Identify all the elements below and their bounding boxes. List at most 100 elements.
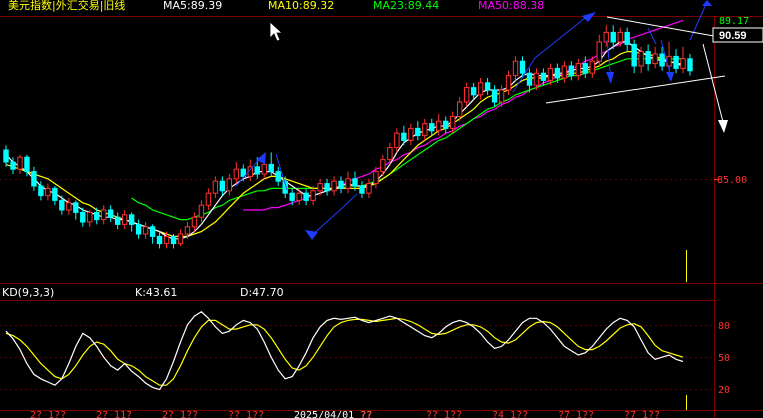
candle-body: [31, 171, 37, 187]
candle-body: [38, 185, 44, 197]
x-tick-label: 2? 1??: [162, 410, 198, 418]
candle-body: [268, 163, 274, 173]
price-tick-85: 85.00: [717, 175, 747, 186]
candle-body: [73, 202, 79, 213]
candle-body: [491, 89, 498, 103]
candle-body: [289, 192, 295, 201]
candle-body: [226, 178, 233, 192]
candle-body: [338, 180, 344, 189]
candle-body: [540, 72, 547, 81]
candle-body: [191, 216, 198, 228]
candle-body: [680, 58, 686, 69]
candle-body: [198, 204, 205, 218]
candle-body: [352, 178, 358, 187]
candle-body: [610, 31, 616, 43]
candle-body: [554, 67, 561, 79]
ma10-label: MA10:89.32: [268, 0, 334, 12]
x-tick-label: 2? 1??: [30, 410, 66, 418]
candle-body: [387, 147, 393, 161]
candle-body: [135, 223, 142, 235]
candle-body: [373, 171, 379, 185]
candle-body: [505, 75, 512, 91]
k-value: K:43.61: [135, 286, 177, 299]
candle-body: [659, 53, 665, 67]
candle-body: [463, 87, 470, 103]
candle-body: [87, 211, 93, 223]
candle-body: [52, 187, 58, 201]
candle-body: [366, 183, 372, 194]
candle-body: [575, 63, 582, 77]
candle-body: [107, 209, 114, 218]
x-axis-labels: 2? 1?? 2? 11? 2? 1???? 1?? 2025/04/01 ?????…: [30, 410, 660, 418]
ma23-label: MA23:89.44: [373, 0, 439, 12]
candle-body: [212, 180, 219, 194]
candle-body: [401, 132, 407, 141]
candle-body: [603, 31, 609, 43]
candle-body: [184, 226, 191, 235]
candle-body: [533, 72, 540, 86]
candle-body: [470, 87, 477, 96]
candle-body: [156, 235, 163, 245]
candle-body: [484, 82, 491, 91]
candle-body: [547, 67, 554, 81]
x-tick-label: ?4 1??: [492, 410, 528, 418]
candle-body: [519, 60, 526, 74]
candle-body: [638, 51, 644, 67]
candle-body: [254, 166, 260, 175]
candle-body: [10, 161, 16, 170]
kd-tick-80: 80: [718, 321, 730, 332]
candle-body: [408, 127, 414, 141]
price-tick-top: 89.17: [719, 16, 749, 27]
candle-body: [582, 63, 589, 74]
candle-body: [170, 235, 177, 245]
candle-body: [687, 58, 693, 72]
candle-body: [443, 120, 449, 129]
candle-body: [652, 53, 658, 65]
ma50-label: MA50:88.38: [478, 0, 544, 12]
candle-body: [596, 41, 602, 62]
candle-body: [94, 211, 100, 221]
x-tick-label: ??: [360, 410, 372, 418]
candle-body: [101, 209, 107, 221]
candle-body: [24, 156, 30, 173]
x-tick-label: ?? 1??: [228, 410, 264, 418]
x-tick-label: ?? 1??: [426, 410, 462, 418]
candle-body: [512, 60, 519, 77]
candle-body: [631, 43, 637, 67]
candle-body: [310, 190, 316, 201]
candle-body: [317, 183, 323, 192]
candle-body: [324, 183, 330, 192]
candle-body: [233, 168, 240, 180]
candle-body: [80, 211, 86, 223]
candle-body: [149, 226, 156, 237]
candle-body: [624, 31, 630, 45]
candle-body: [394, 132, 400, 149]
candle-body: [645, 51, 651, 65]
candle-body: [673, 55, 679, 69]
candle-body: [561, 65, 568, 79]
candle-body: [498, 89, 505, 103]
candle-body: [66, 202, 72, 211]
candle-body: [121, 214, 128, 225]
candle-body: [59, 199, 65, 211]
candle-body: [415, 127, 421, 137]
ma5-label: MA5:89.39: [163, 0, 222, 12]
candle-body: [303, 192, 309, 201]
candle-body: [261, 163, 267, 175]
candle-body: [568, 65, 575, 77]
candle-body: [142, 226, 149, 235]
candle-body: [275, 171, 281, 182]
x-tick-label: 2? 11?: [96, 410, 132, 418]
candle-body: [617, 31, 623, 43]
candle-body: [128, 214, 135, 225]
candle-body: [45, 187, 51, 197]
candle-body: [331, 180, 337, 192]
kd-tick-20: 20: [718, 385, 730, 396]
candle-body: [114, 216, 121, 225]
forex-chart[interactable]: 美元指数|外汇交易|旧线 MA5:89.39 MA10:89.32 MA23:8…: [0, 0, 763, 418]
candle-body: [429, 123, 435, 132]
candle-body: [219, 180, 226, 192]
candle-body: [177, 233, 184, 245]
candle-body: [589, 60, 595, 74]
candle-body: [163, 235, 170, 245]
